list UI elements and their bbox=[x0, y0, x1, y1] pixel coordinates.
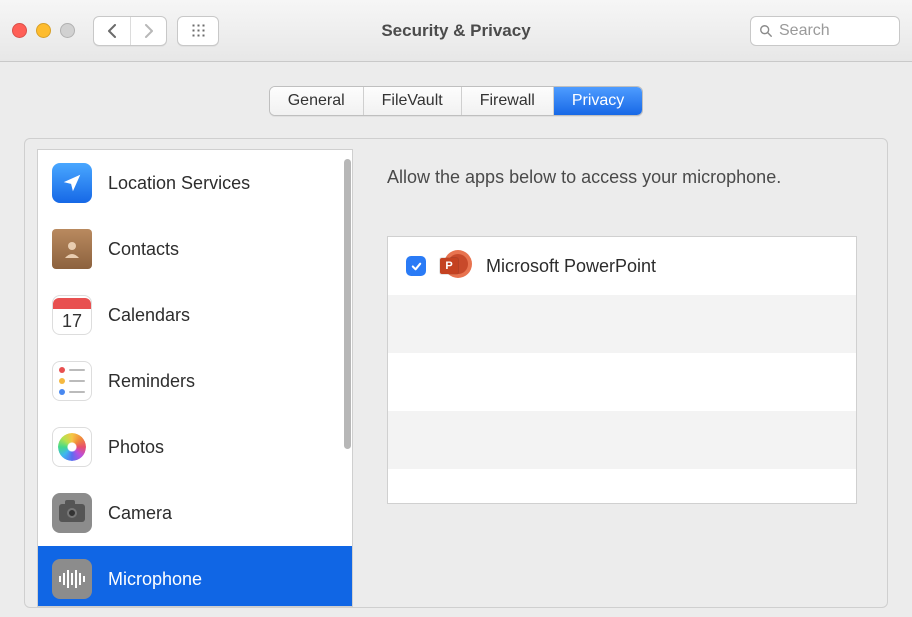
tab-privacy[interactable]: Privacy bbox=[553, 87, 642, 115]
tab-filevault[interactable]: FileVault bbox=[363, 87, 461, 115]
privacy-sidebar[interactable]: Location Services Contacts 17 Calendars bbox=[37, 149, 353, 607]
camera-icon bbox=[52, 493, 92, 533]
search-icon bbox=[759, 24, 773, 38]
app-row-empty bbox=[388, 295, 856, 353]
checkmark-icon bbox=[410, 260, 423, 273]
permission-description: Allow the apps below to access your micr… bbox=[387, 167, 857, 188]
sidebar-scrollbar[interactable] bbox=[344, 159, 351, 449]
forward-button[interactable] bbox=[130, 17, 166, 45]
sidebar-item-location[interactable]: Location Services bbox=[38, 150, 352, 216]
photos-icon bbox=[52, 427, 92, 467]
sidebar-item-label: Calendars bbox=[108, 305, 190, 326]
tab-firewall[interactable]: Firewall bbox=[461, 87, 553, 115]
minimize-window-button[interactable] bbox=[36, 23, 51, 38]
tab-general[interactable]: General bbox=[270, 87, 363, 115]
app-row[interactable]: P Microsoft PowerPoint bbox=[388, 237, 856, 295]
microphone-icon bbox=[52, 559, 92, 599]
app-permission-list: P Microsoft PowerPoint bbox=[387, 236, 857, 504]
sidebar-item-label: Reminders bbox=[108, 371, 195, 392]
search-field-wrap[interactable] bbox=[750, 16, 900, 46]
sidebar-item-label: Photos bbox=[108, 437, 164, 458]
calendar-icon: 17 bbox=[52, 295, 92, 335]
grid-icon bbox=[191, 23, 206, 38]
sidebar-item-microphone[interactable]: Microphone bbox=[38, 546, 352, 607]
titlebar: Security & Privacy bbox=[0, 0, 912, 62]
location-icon bbox=[52, 163, 92, 203]
sidebar-item-contacts[interactable]: Contacts bbox=[38, 216, 352, 282]
nav-back-forward bbox=[93, 16, 167, 46]
tabs: General FileVault Firewall Privacy bbox=[269, 86, 644, 116]
app-row-empty bbox=[388, 469, 856, 505]
app-row-empty bbox=[388, 353, 856, 411]
chevron-left-icon bbox=[107, 24, 118, 38]
traffic-lights bbox=[12, 23, 75, 38]
search-input[interactable] bbox=[779, 22, 879, 40]
show-all-prefs-button[interactable] bbox=[177, 16, 219, 46]
settings-panel: Location Services Contacts 17 Calendars bbox=[24, 138, 888, 608]
zoom-window-button[interactable] bbox=[60, 23, 75, 38]
contacts-icon bbox=[52, 229, 92, 269]
sidebar-item-calendars[interactable]: 17 Calendars bbox=[38, 282, 352, 348]
sidebar-item-reminders[interactable]: Reminders bbox=[38, 348, 352, 414]
tabbar: General FileVault Firewall Privacy bbox=[24, 86, 888, 116]
sidebar-item-label: Location Services bbox=[108, 173, 250, 194]
sidebar-wrap: Location Services Contacts 17 Calendars bbox=[25, 139, 353, 607]
app-name: Microsoft PowerPoint bbox=[486, 256, 656, 277]
app-row-empty bbox=[388, 411, 856, 469]
content: General FileVault Firewall Privacy Locat… bbox=[0, 62, 912, 608]
close-window-button[interactable] bbox=[12, 23, 27, 38]
powerpoint-icon: P bbox=[440, 250, 472, 282]
app-checkbox[interactable] bbox=[406, 256, 426, 276]
chevron-right-icon bbox=[143, 24, 154, 38]
sidebar-item-label: Camera bbox=[108, 503, 172, 524]
reminders-icon bbox=[52, 361, 92, 401]
sidebar-item-label: Microphone bbox=[108, 569, 202, 590]
main-pane: Allow the apps below to access your micr… bbox=[353, 139, 887, 607]
back-button[interactable] bbox=[94, 17, 130, 45]
sidebar-item-label: Contacts bbox=[108, 239, 179, 260]
sidebar-item-photos[interactable]: Photos bbox=[38, 414, 352, 480]
sidebar-item-camera[interactable]: Camera bbox=[38, 480, 352, 546]
